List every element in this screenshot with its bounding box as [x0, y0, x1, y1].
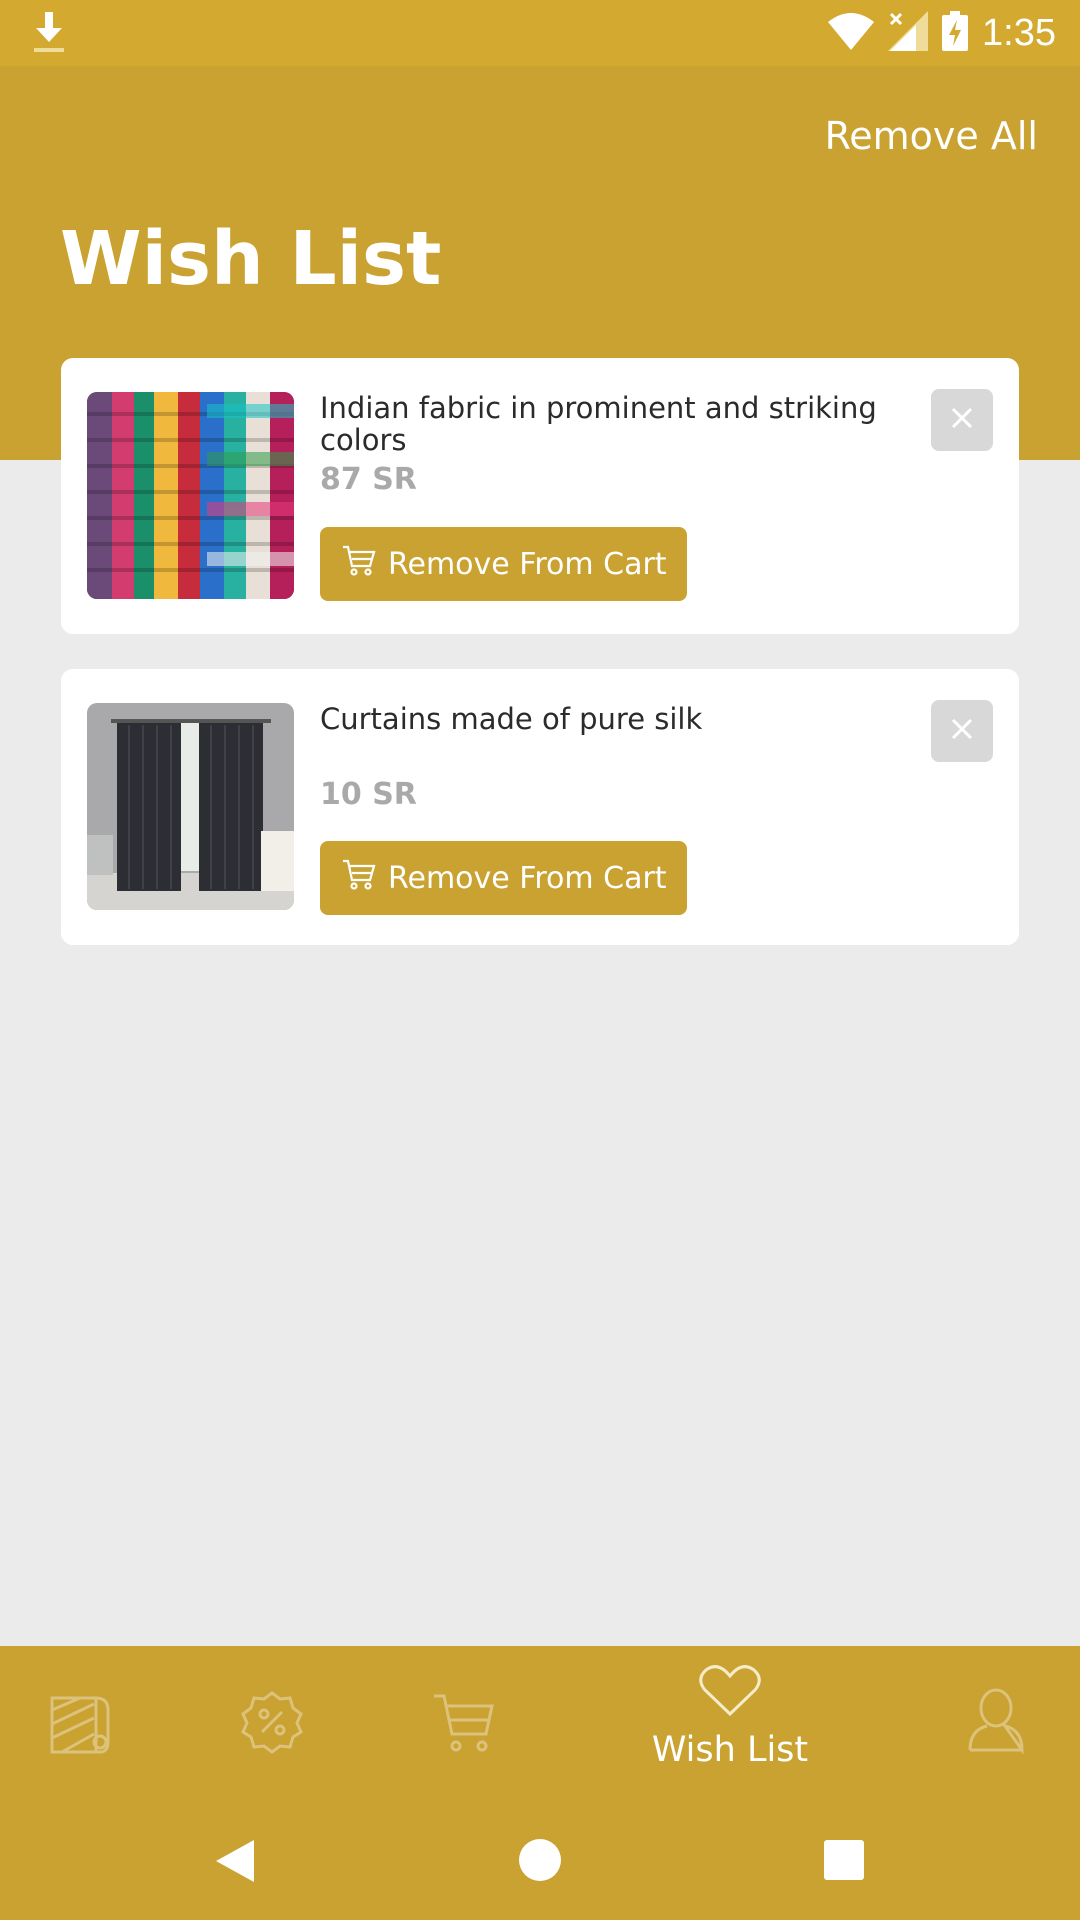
close-icon: [950, 406, 974, 434]
cart-icon: [342, 544, 376, 584]
button-label: Remove From Cart: [388, 546, 667, 582]
page-title: Wish List: [60, 216, 442, 302]
product-image[interactable]: [87, 703, 294, 910]
nav-item-fabrics[interactable]: [40, 1646, 130, 1802]
remove-all-button[interactable]: Remove All: [825, 114, 1038, 158]
download-icon: [32, 12, 66, 58]
wishlist-item: Curtains made of pure silk 10 SR Remove …: [61, 669, 1019, 945]
item-name: Curtains made of pure silk: [320, 702, 703, 736]
status-icons: 1:35: [828, 0, 1056, 66]
battery-charging-icon: [942, 11, 969, 55]
status-bar: 1:35: [0, 0, 1080, 66]
item-price: 87 SR: [320, 462, 417, 497]
bottom-nav: Wish List: [0, 1646, 1080, 1802]
wifi-icon: [828, 12, 875, 54]
remove-item-button[interactable]: [931, 389, 993, 451]
nav-item-cart[interactable]: [420, 1646, 510, 1802]
remove-item-button[interactable]: [931, 700, 993, 762]
remove-from-cart-button[interactable]: Remove From Cart: [320, 527, 687, 601]
clock: 1:35: [982, 11, 1056, 54]
wishlist-item: Indian fabric in prominent and striking …: [61, 358, 1019, 634]
close-icon: [950, 717, 974, 745]
cart-icon: [342, 858, 376, 898]
nav-item-profile[interactable]: [955, 1646, 1045, 1802]
remove-from-cart-button[interactable]: Remove From Cart: [320, 841, 687, 915]
item-name: Indian fabric in prominent and striking …: [320, 391, 877, 457]
item-price: 10 SR: [320, 777, 417, 812]
system-nav-bar: [0, 1802, 1080, 1920]
nav-item-wishlist[interactable]: Wish List: [635, 1646, 825, 1802]
product-image[interactable]: [87, 392, 294, 599]
signal-icon: [888, 11, 929, 55]
button-label: Remove From Cart: [388, 860, 667, 896]
nav-item-offers[interactable]: [230, 1646, 320, 1802]
nav-label: Wish List: [651, 1730, 809, 1770]
